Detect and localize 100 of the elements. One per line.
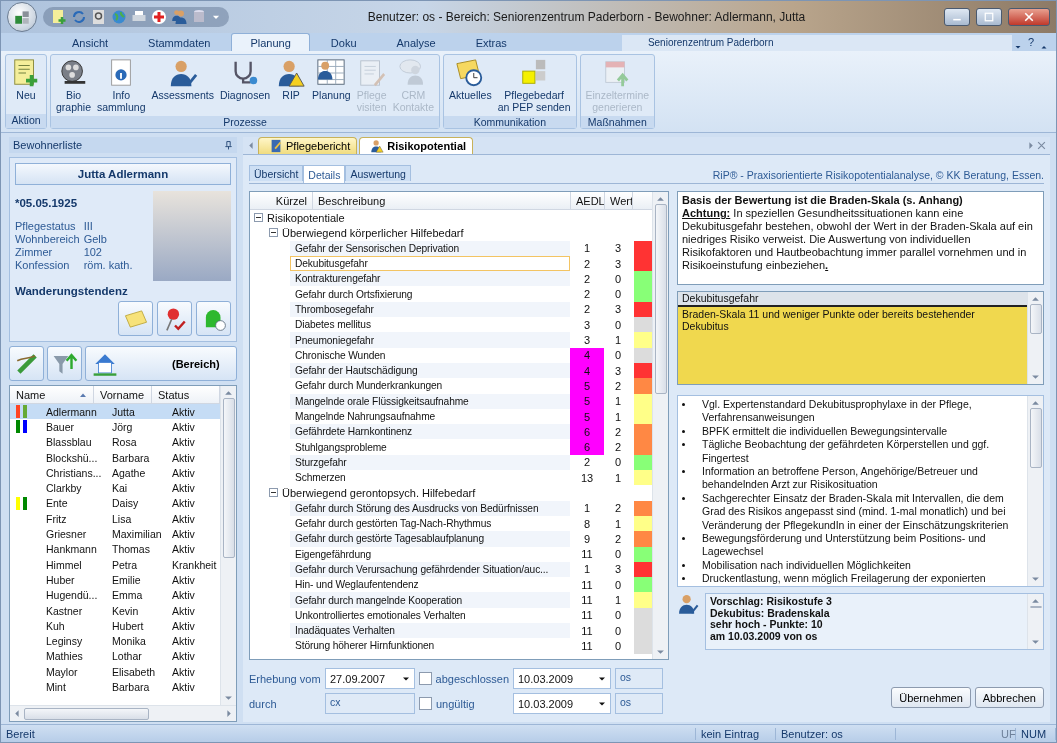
ribbon-tab[interactable]: Doku — [311, 33, 376, 51]
dialog-button[interactable]: Übernehmen — [891, 687, 971, 708]
ribbon-tab[interactable]: Planung — [231, 33, 310, 51]
view-tab[interactable]: Auswertung — [345, 165, 411, 181]
resident-row[interactable]: Blockshü... Barbara Aktiv — [10, 449, 220, 466]
resident-row[interactable]: Christians... Agathe Aktiv — [10, 465, 220, 481]
scroll-right-icon[interactable] — [224, 709, 233, 718]
resident-row[interactable]: Mathies Lothar Aktiv — [10, 648, 220, 665]
column-header[interactable]: Name — [16, 388, 46, 401]
ribbon-tab[interactable]: Stammdaten — [129, 33, 230, 51]
vertical-scrollbar[interactable] — [1027, 292, 1043, 384]
vertical-scrollbar[interactable] — [1027, 396, 1043, 586]
risk-description[interactable]: Gefährdete Harnkontinenz — [290, 424, 570, 440]
maximize-button[interactable] — [976, 8, 1002, 26]
column-header[interactable]: Beschreibung — [318, 194, 386, 207]
scrollbar-thumb[interactable] — [1029, 304, 1042, 334]
resident-row[interactable]: Clarkby Kai Aktiv — [10, 480, 220, 496]
ribbon-button[interactable]: Pflegebedarf an PEP senden — [495, 57, 573, 114]
risk-description[interactable]: Gefahr durch Störung des Ausdrucks von Bedürfnissen — [290, 500, 570, 516]
tree-node[interactable]: Überwiegend gerontopsych. Hilfebedarf — [282, 487, 476, 499]
minimize-button[interactable] — [944, 8, 970, 26]
ribbon-tab[interactable]: Extras — [456, 33, 526, 51]
scroll-down-icon[interactable] — [1031, 372, 1040, 381]
checkbox[interactable] — [419, 672, 432, 685]
tab-scroll-left-icon[interactable] — [247, 141, 256, 150]
scroll-down-icon[interactable] — [656, 647, 665, 656]
resident-row[interactable]: Mint Barbara Aktiv — [10, 679, 220, 695]
ribbon-button[interactable]: RIP — [274, 57, 309, 114]
alarm-button[interactable] — [196, 301, 231, 336]
scroll-up-icon[interactable] — [1031, 597, 1040, 606]
resident-row[interactable]: Maylor Elisabeth Aktiv — [10, 664, 220, 680]
scrollbar-thumb[interactable] — [654, 204, 667, 394]
collapse-icon[interactable] — [269, 228, 278, 238]
column-header[interactable]: Wert — [610, 194, 634, 207]
scroll-left-icon[interactable] — [13, 709, 22, 718]
scroll-down-icon[interactable] — [1031, 637, 1040, 646]
resident-row[interactable]: Kuh Hubert Aktiv — [10, 618, 220, 634]
vertical-scrollbar[interactable] — [652, 192, 668, 659]
date-dropdown[interactable]: 27.09.2007 — [325, 668, 415, 689]
ribbon-button[interactable]: Aktuelles — [447, 57, 494, 114]
risk-description[interactable]: Inadäquates Verhalten — [290, 623, 570, 639]
resident-row[interactable]: Kastner Kevin Aktiv — [10, 602, 220, 619]
column-header[interactable]: Vorname — [100, 388, 145, 401]
document-tab[interactable]: Pflegebericht — [258, 137, 358, 154]
collapse-icon[interactable] — [269, 488, 278, 498]
ribbon-button[interactable]: Diagnosen — [217, 57, 273, 114]
ribbon-tab[interactable]: Analyse — [377, 33, 455, 51]
tree-node[interactable]: Risikopotentiale — [267, 211, 345, 224]
pin-button[interactable] — [157, 301, 192, 336]
checkbox-label[interactable]: ungültig — [436, 697, 475, 710]
resident-row[interactable]: Adlermann Jutta Aktiv — [10, 404, 220, 420]
ribbon-button[interactable]: Neu — [9, 57, 43, 112]
ribbon-button[interactable]: Info sammlung — [95, 57, 148, 114]
resident-row[interactable]: Ente Daisy Aktiv — [10, 495, 220, 512]
checkbox-label[interactable]: abgeschlossen — [435, 672, 509, 685]
resident-row[interactable]: Griesner Maximilian Aktiv — [10, 526, 220, 542]
risk-description[interactable]: Gefahr durch gestörte Tagesablaufplanung — [290, 531, 570, 547]
resident-row[interactable]: Fritz Lisa Aktiv — [10, 511, 220, 527]
collapse-icon[interactable] — [254, 213, 263, 223]
tab-scroll-right-icon[interactable] — [1026, 141, 1035, 150]
dialog-button[interactable]: Abbrechen — [974, 687, 1044, 708]
view-tab[interactable]: Details — [303, 165, 346, 183]
ribbon-button[interactable]: Assessments — [149, 57, 216, 114]
resident-row[interactable]: Hugendü... Emma Aktiv — [10, 587, 220, 603]
ribbon-button[interactable]: Bio graphie — [54, 57, 94, 114]
resident-row[interactable]: Blassblau Rosa Aktiv — [10, 434, 220, 450]
ribbon-button[interactable]: Planung — [310, 57, 353, 114]
tree-node[interactable]: Überwiegend körperlicher Hilfebedarf — [282, 226, 464, 239]
resident-row[interactable]: Huber Emilie Aktiv — [10, 572, 220, 588]
ribbon-tab[interactable]: Ansicht — [53, 33, 128, 51]
column-header[interactable]: Status — [158, 388, 190, 401]
resident-row[interactable]: Hankmann Thomas Aktiv — [10, 541, 220, 557]
date-dropdown[interactable]: 10.03.2009 — [513, 693, 611, 714]
resident-row[interactable]: Bauer Jörg Aktiv — [10, 419, 220, 435]
date-dropdown[interactable]: 10.03.2009 — [513, 668, 611, 689]
view-tab[interactable]: Übersicht — [249, 165, 304, 181]
help-button[interactable]: ? — [1023, 36, 1038, 48]
column-header[interactable]: AEDL — [576, 194, 605, 207]
tool-button[interactable] — [9, 346, 44, 381]
app-menu-button[interactable] — [7, 2, 37, 32]
horizontal-scrollbar[interactable] — [10, 705, 236, 721]
scroll-down-icon[interactable] — [224, 693, 233, 702]
risk-description[interactable]: Gefahr durch mangelnde Kooperation — [290, 592, 570, 608]
risk-description[interactable]: Pneumoniegefahr — [290, 332, 570, 348]
checkbox[interactable] — [419, 697, 432, 710]
scrollbar-thumb[interactable] — [1029, 408, 1042, 468]
area-filter-button[interactable]: (Bereich) — [85, 346, 237, 381]
resident-row[interactable]: Leginsy Monika Aktiv — [10, 633, 220, 649]
scroll-down-icon[interactable] — [1031, 574, 1040, 583]
vertical-scrollbar[interactable] — [1027, 594, 1043, 649]
risk-description[interactable]: Gefahr der Sensorischen Deprivation — [290, 240, 570, 256]
risk-description[interactable]: Kontrakturengefahr — [290, 271, 570, 287]
vertical-scrollbar[interactable] — [220, 386, 236, 705]
resident-row[interactable]: Himmel Petra Krankheit — [10, 556, 220, 573]
column-header[interactable]: Kürzel — [275, 194, 307, 207]
filter-button[interactable] — [47, 346, 82, 381]
scrollbar-thumb[interactable] — [1029, 606, 1042, 608]
scrollbar-thumb[interactable] — [24, 707, 149, 720]
scrollbar-thumb[interactable] — [222, 398, 235, 558]
close-button[interactable] — [1008, 8, 1050, 26]
